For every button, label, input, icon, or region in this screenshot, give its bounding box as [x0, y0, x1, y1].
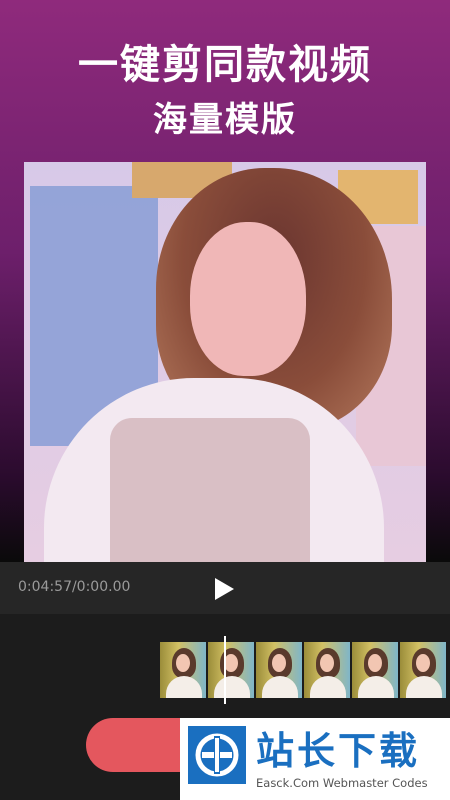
filmstrip-frame [208, 642, 254, 698]
timeline-playhead[interactable] [224, 636, 226, 704]
subject-overalls [110, 418, 310, 562]
clip-filmstrip[interactable] [160, 642, 450, 698]
watermark-brand-cn: 站长下载 [256, 729, 421, 773]
hero-subtitle: 海量模版 [153, 100, 297, 140]
player-controls: 0:04:57/0:00.00 [0, 562, 450, 614]
play-icon [215, 578, 234, 600]
watermark-overlay: 站长下载 Easck.Com Webmaster Codes [180, 718, 450, 800]
filmstrip-frame [400, 642, 446, 698]
timecode-readout: 0:04:57/0:00.00 [18, 579, 131, 595]
filmstrip-frame [256, 642, 302, 698]
easck-logo-icon [188, 726, 246, 784]
hero-title: 一键剪同款视频 [78, 42, 372, 88]
filmstrip-frame [160, 642, 206, 698]
video-preview-image[interactable] [24, 162, 426, 562]
filmstrip-frame [352, 642, 398, 698]
play-button[interactable] [211, 576, 237, 602]
filmstrip-frame [304, 642, 350, 698]
watermark-brand-en: Easck.Com Webmaster Codes [256, 776, 428, 790]
subject-face [190, 222, 306, 376]
